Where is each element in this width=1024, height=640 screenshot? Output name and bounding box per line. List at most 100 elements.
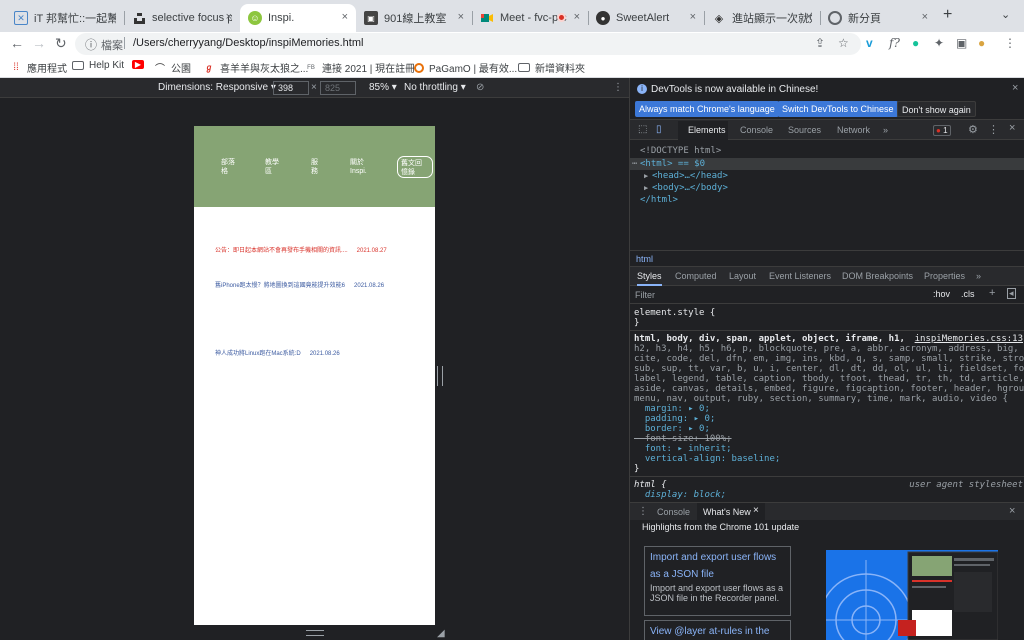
close-icon[interactable]: × bbox=[342, 11, 348, 23]
dimensions-select[interactable]: Dimensions: Responsive ▾ bbox=[158, 82, 276, 93]
more-tabs-chevron[interactable]: » bbox=[883, 125, 888, 135]
tab-selective-focus[interactable]: selective focus pho × bbox=[124, 4, 240, 32]
expand-triangle-icon[interactable]: ▶ bbox=[644, 170, 648, 182]
nav-teaching[interactable]: 教學 區 bbox=[265, 158, 279, 176]
archive-button[interactable]: 舊文回 憶錄 bbox=[397, 156, 433, 178]
new-rule-icon[interactable]: + bbox=[989, 287, 995, 299]
settings-gear-icon[interactable]: ⚙ bbox=[968, 123, 978, 136]
close-icon[interactable]: × bbox=[574, 11, 580, 23]
drawer-menu-icon[interactable]: ⋮ bbox=[638, 506, 648, 517]
tab-show-once[interactable]: ◈ 進站顯示一次就好 × bbox=[704, 4, 820, 32]
site-info-icon[interactable]: ⓘ bbox=[85, 36, 97, 53]
nav-about[interactable]: 關於 Inspi. bbox=[350, 158, 367, 176]
whats-new-card[interactable]: View @layer at-rules in the bbox=[644, 620, 791, 640]
share-icon[interactable]: ⇪ bbox=[815, 36, 825, 50]
news-item[interactable]: 舊iPhone跑太慢？將地圖換到這國竟能提升效能6 2021.08.26 bbox=[215, 280, 384, 289]
style-selector[interactable]: html, body, div, span, applet, object, i… bbox=[634, 334, 905, 344]
devtools-more-icon[interactable]: ⋮ bbox=[988, 123, 999, 136]
style-declaration-overridden[interactable]: font-size: 100%; bbox=[634, 434, 732, 444]
nav-blog[interactable]: 部落 格 bbox=[221, 158, 235, 176]
rule-source-link[interactable]: inspiMemories.css:13 bbox=[915, 334, 1023, 344]
tab-properties[interactable]: Properties bbox=[924, 271, 965, 281]
tab-layout[interactable]: Layout bbox=[729, 271, 756, 281]
match-language-button[interactable]: Always match Chrome's language bbox=[635, 101, 779, 117]
card-title[interactable]: View @layer at-rules in the bbox=[650, 623, 785, 640]
close-icon[interactable]: × bbox=[806, 11, 812, 23]
bookmark-fb-connect[interactable]: FB 連接 2021 | 現在註冊 bbox=[305, 60, 415, 75]
drawer-tab-console[interactable]: Console bbox=[657, 507, 690, 517]
close-icon[interactable]: × bbox=[458, 11, 464, 23]
nav-services[interactable]: 服 務 bbox=[311, 158, 318, 176]
bookmark-pleasant-goat[interactable]: ℊ 喜羊羊與灰太狼之... bbox=[203, 60, 308, 75]
back-arrow-icon[interactable]: ← bbox=[10, 35, 24, 51]
bookmark-park[interactable]: ⌒ 公園 bbox=[154, 60, 191, 75]
tab-901-classroom[interactable]: ▣ 901線上教室 × bbox=[356, 4, 472, 32]
bookmark-apps[interactable]: ⁞⁞ 應用程式 bbox=[10, 60, 67, 75]
tab-network[interactable]: Network bbox=[837, 125, 870, 135]
grammarly-extension-icon[interactable]: ● bbox=[912, 36, 919, 50]
side-panel-icon[interactable]: ▣ bbox=[956, 36, 967, 50]
close-icon[interactable]: × bbox=[1009, 505, 1015, 517]
close-icon[interactable]: × bbox=[922, 11, 928, 23]
tab-elements[interactable]: Elements bbox=[688, 125, 726, 135]
more-tabs-chevron[interactable]: » bbox=[976, 271, 981, 281]
tab-styles[interactable]: Styles bbox=[637, 271, 662, 286]
style-declaration[interactable]: padding: ▸ 0; bbox=[634, 414, 715, 424]
style-declaration[interactable]: vertical-align: baseline; bbox=[634, 454, 780, 464]
tab-computed[interactable]: Computed bbox=[675, 271, 717, 281]
inspect-element-icon[interactable]: ⬚ bbox=[638, 124, 647, 135]
style-line[interactable]: element.style { bbox=[634, 308, 715, 318]
rotate-icon[interactable]: ⊘ bbox=[476, 82, 484, 93]
tab-inspi[interactable]: ☺ Inspi. × bbox=[240, 4, 356, 32]
hov-toggle[interactable]: :hov bbox=[933, 289, 950, 299]
tab-new-tab[interactable]: 新分頁 × bbox=[820, 4, 936, 32]
width-input[interactable]: 398 bbox=[273, 81, 309, 95]
style-declaration[interactable]: margin: ▸ 0; bbox=[634, 404, 710, 414]
dom-html-close[interactable]: </html> bbox=[640, 194, 678, 206]
issues-badge[interactable]: ● 1 bbox=[933, 125, 951, 136]
card-title[interactable]: Import and export user flows as a JSON f… bbox=[650, 549, 785, 583]
viewport-resize-handle[interactable] bbox=[437, 366, 443, 386]
toggle-sidebar-icon[interactable]: ◂ bbox=[1007, 288, 1016, 299]
tab-event-listeners[interactable]: Event Listeners bbox=[769, 271, 831, 281]
switch-chinese-button[interactable]: Switch DevTools to Chinese bbox=[778, 101, 898, 117]
expand-triangle-icon[interactable]: ▶ bbox=[644, 182, 648, 194]
close-icon[interactable]: × bbox=[1012, 82, 1018, 94]
bookmark-new-folder[interactable]: 新增資料夾 bbox=[518, 60, 585, 75]
style-declaration[interactable]: border: ▸ 0; bbox=[634, 424, 710, 434]
drawer-tab-whats-new[interactable]: What's New bbox=[703, 507, 751, 517]
close-icon[interactable]: × bbox=[226, 11, 232, 23]
resize-corner-icon[interactable]: ◢ bbox=[437, 628, 445, 639]
tab-ithelp[interactable]: ✕ iT 邦幫忙::一起幫忙 × bbox=[6, 4, 124, 32]
filter-input[interactable]: Filter bbox=[635, 290, 925, 301]
tab-console[interactable]: Console bbox=[740, 125, 773, 135]
bookmark-star-icon[interactable]: ☆ bbox=[838, 36, 849, 50]
breadcrumb-item-html[interactable]: html bbox=[636, 254, 653, 264]
dom-body[interactable]: <body>…</body> bbox=[652, 182, 728, 194]
throttle-select[interactable]: No throttling ▾ bbox=[404, 82, 466, 93]
style-selector[interactable]: html { bbox=[634, 480, 667, 490]
device-toggle-icon[interactable]: ▯ bbox=[656, 124, 662, 135]
new-tab-button[interactable]: + bbox=[943, 6, 952, 24]
extensions-puzzle-icon[interactable]: ✦ bbox=[934, 36, 944, 50]
tab-sweetalert[interactable]: ● SweetAlert × bbox=[588, 4, 704, 32]
close-icon[interactable]: × bbox=[690, 11, 696, 23]
style-declaration[interactable]: font: ▸ inherit; bbox=[634, 444, 732, 454]
tab-meet[interactable]: Meet - fvc-ptc × bbox=[472, 4, 588, 32]
close-icon[interactable]: × bbox=[1009, 122, 1015, 134]
viewport-bottom-handle[interactable] bbox=[306, 630, 324, 636]
cls-toggle[interactable]: .cls bbox=[961, 289, 975, 299]
tab-sources[interactable]: Sources bbox=[788, 125, 821, 135]
dom-head[interactable]: <head>…</head> bbox=[652, 170, 728, 182]
news-item[interactable]: 公告：即日起本網站不會再發布手機相關的資訊.... 2021.08.27 bbox=[215, 245, 387, 254]
close-icon[interactable]: × bbox=[110, 11, 116, 23]
news-item[interactable]: 神人成功將Linux跑在Mac系統:D 2021.08.26 bbox=[215, 348, 340, 357]
dom-html-open[interactable]: <html> == $0 bbox=[640, 158, 705, 170]
height-input[interactable]: 825 bbox=[320, 81, 356, 95]
chrome-menu-icon[interactable]: ⋮ bbox=[1004, 36, 1016, 50]
whats-new-card[interactable]: Import and export user flows as a JSON f… bbox=[644, 546, 791, 616]
device-more-icon[interactable]: ⋮ bbox=[613, 82, 623, 93]
dom-doctype[interactable]: <!DOCTYPE html> bbox=[640, 145, 721, 157]
profile-avatar[interactable]: ● bbox=[978, 36, 985, 50]
vimeo-extension-icon[interactable]: v bbox=[866, 36, 873, 50]
